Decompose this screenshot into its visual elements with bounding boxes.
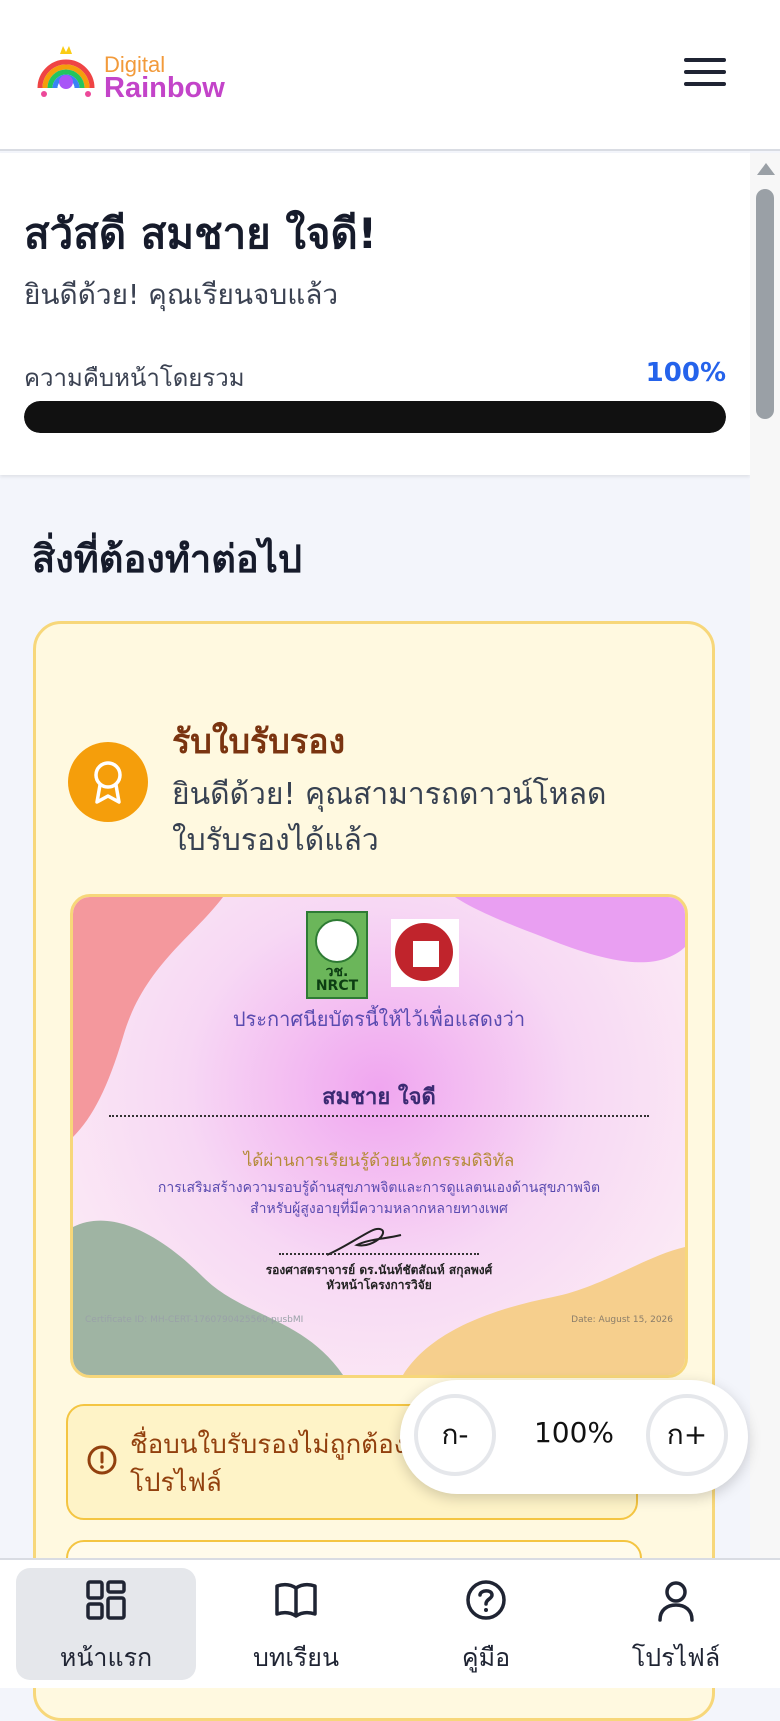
certificate-line2: ได้ผ่านการเรียนรู้ด้วยนวัตกรรมดิจิทัล	[243, 1151, 515, 1171]
rainbow-logo-icon	[37, 46, 95, 97]
nav-profile-label: โปรไฟล์	[631, 1643, 721, 1672]
bottom-navigation: หน้าแรก บทเรียน คู่มือ โปรไฟล์	[0, 1558, 780, 1688]
alert-circle-icon	[87, 1445, 117, 1475]
user-icon	[658, 1581, 694, 1622]
progress-label: ความคืบหน้าโดยรวม	[24, 364, 245, 392]
book-icon	[275, 1582, 317, 1618]
grid-icon	[86, 1580, 126, 1620]
brand-logo[interactable]: Digital Rainbow	[36, 42, 236, 106]
progress-percent: 100%	[645, 358, 726, 388]
welcome-panel: สวัสดี สมชาย ใจดี! ยินดีด้วย! คุณเรียนจบ…	[0, 153, 750, 475]
certificate-background-shapes	[73, 897, 685, 1375]
nav-home-label: หน้าแรก	[59, 1643, 153, 1672]
nav-home[interactable]: หน้าแรก	[16, 1568, 196, 1680]
nrct-logo-subtext: NRCT	[315, 978, 359, 994]
nrct-logo: วช. NRCT	[306, 911, 368, 999]
award-icon	[68, 742, 148, 822]
certificate-course-line1: การเสริมสร้างความรอบรู้ด้านสุขภาพจิตและก…	[157, 1180, 601, 1196]
progress-bar-fill	[24, 401, 726, 433]
signer-name: รองศาสตราจารย์ ดร.นันท์ชัตสัณห์ สกุลพงศ์	[265, 1263, 493, 1277]
certificate-title: รับใบรับรอง	[172, 722, 346, 762]
certificate-line1: ประกาศนียบัตรนี้ให้ไว้เพื่อแสดงว่า	[232, 1007, 526, 1031]
certificate-recipient-name: สมชาย ใจดี	[322, 1085, 436, 1110]
next-steps-title: สิ่งที่ต้องทำต่อไป	[32, 537, 302, 581]
name-underline	[109, 1115, 649, 1117]
scroll-up-arrow-icon[interactable]	[757, 163, 775, 175]
greeting-subtitle: ยินดีด้วย! คุณเรียนจบแล้ว	[24, 278, 339, 311]
hamburger-icon[interactable]	[684, 58, 726, 94]
signature-line	[279, 1253, 479, 1255]
font-zoom-value: 100%	[533, 1416, 615, 1449]
font-zoom-control: ก- 100% ก+	[400, 1380, 748, 1494]
university-seal	[391, 919, 459, 987]
font-increase-button[interactable]: ก+	[646, 1394, 728, 1476]
certificate-card: รับใบรับรอง ยินดีด้วย! คุณสามารถดาวน์โหล…	[33, 621, 715, 1721]
signer-block: รองศาสตราจารย์ ดร.นันท์ชัตสัณห์ สกุลพงศ์…	[73, 1263, 685, 1293]
certificate-description: ยินดีด้วย! คุณสามารถดาวน์โหลดใบรับรองได้…	[172, 777, 607, 858]
scrollbar-thumb[interactable]	[756, 189, 774, 419]
signer-title: หัวหน้าโครงการวิจัย	[326, 1278, 432, 1292]
nav-lessons-label: บทเรียน	[252, 1643, 340, 1672]
certificate-preview[interactable]: วช. NRCT ประกาศนียบัตรนี้ให้ไว้เพื่อแสดงว…	[70, 894, 688, 1378]
nav-manual[interactable]: คู่มือ	[396, 1568, 576, 1680]
nav-manual-label: คู่มือ	[461, 1643, 511, 1672]
brand-name-line2: Rainbow	[104, 72, 225, 104]
help-circle-icon	[466, 1580, 506, 1620]
greeting-title: สวัสดี สมชาย ใจดี!	[24, 209, 377, 258]
certificate-id: Certificate ID: MH-CERT-1760790425560-pu…	[85, 1315, 304, 1325]
nav-profile[interactable]: โปรไฟล์	[586, 1568, 766, 1680]
certificate-date: Date: August 15, 2026	[571, 1315, 673, 1325]
font-decrease-button[interactable]: ก-	[414, 1394, 496, 1476]
progress-bar	[24, 401, 726, 433]
scrollbar[interactable]	[750, 153, 780, 1558]
app-header: Digital Rainbow	[0, 0, 780, 151]
certificate-course-line2: สำหรับผู้สูงอายุที่มีความหลากหลายทางเพศ	[250, 1201, 508, 1217]
nav-lessons[interactable]: บทเรียน	[206, 1568, 386, 1680]
certificate-course: การเสริมสร้างความรอบรู้ด้านสุขภาพจิตและก…	[73, 1178, 685, 1220]
